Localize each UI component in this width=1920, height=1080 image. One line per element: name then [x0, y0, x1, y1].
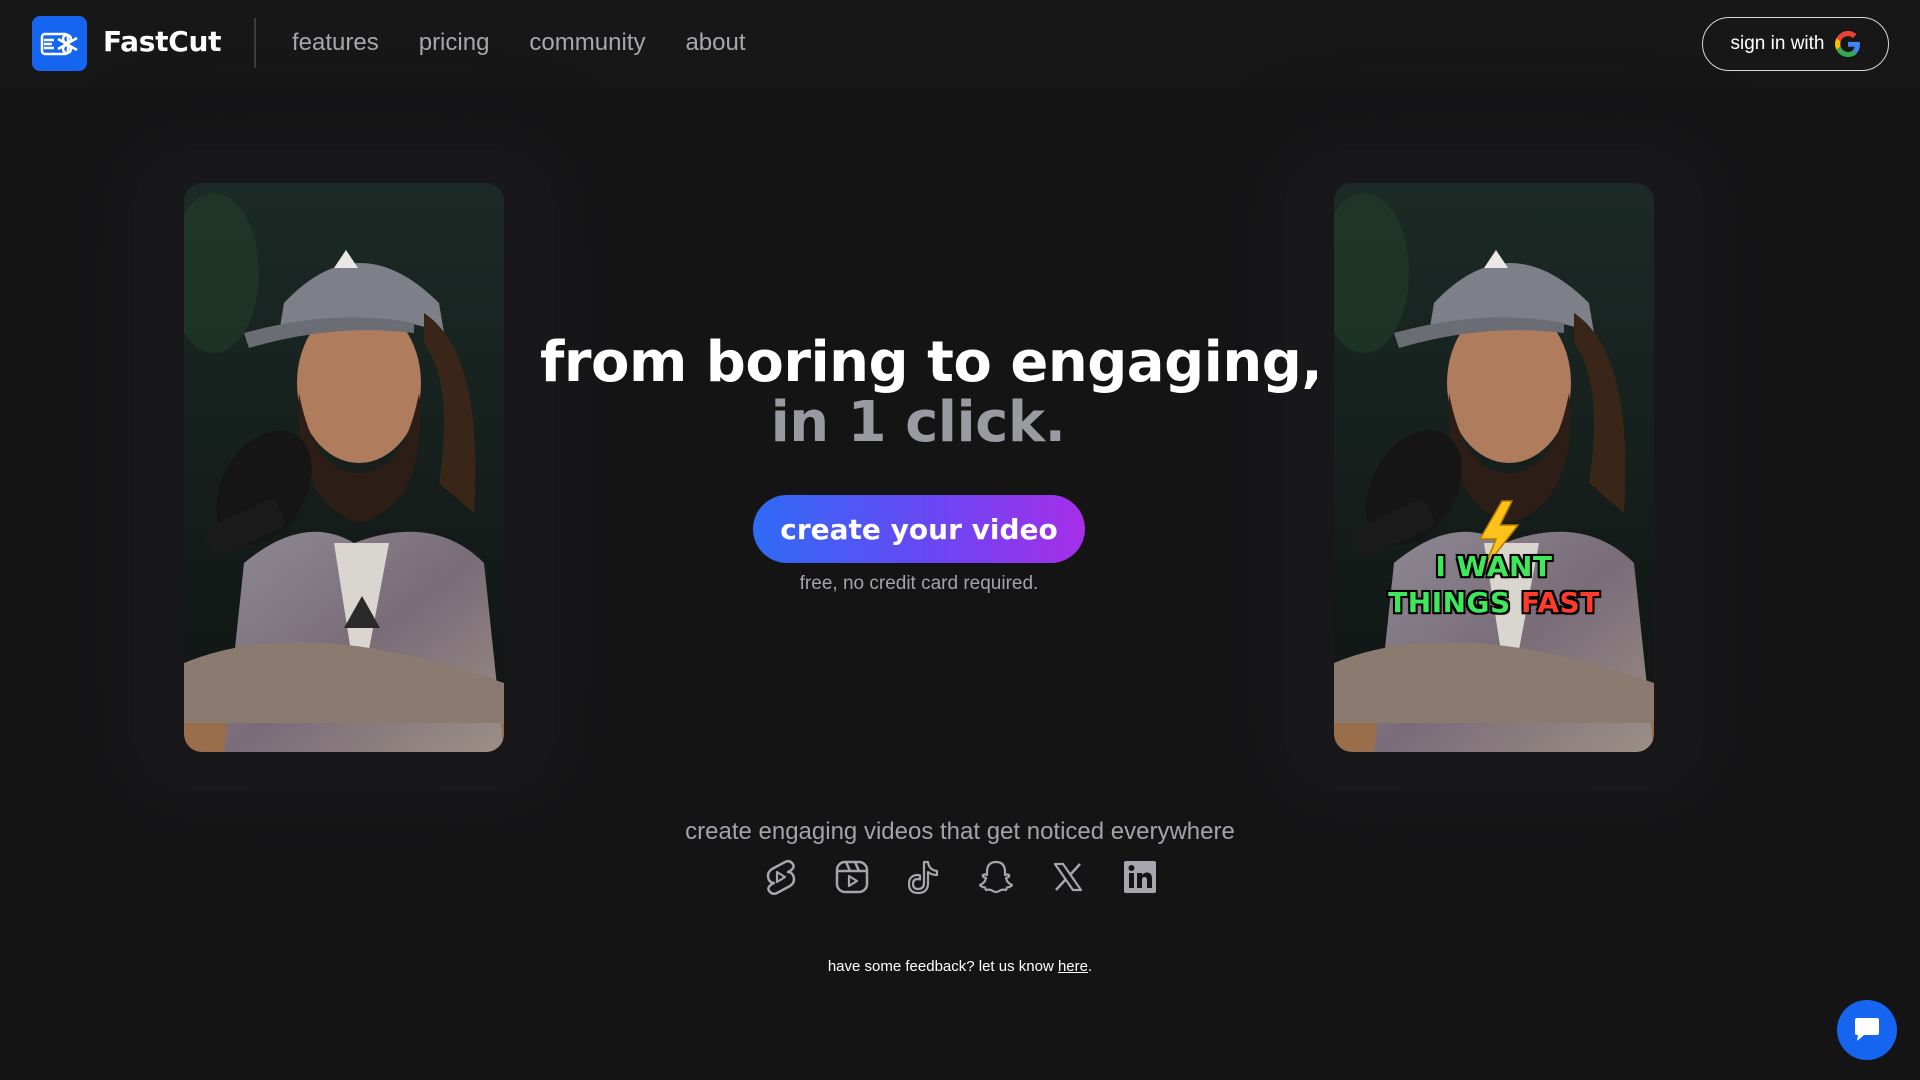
scissors-icon — [40, 32, 78, 55]
sign-in-google-button[interactable]: sign in with — [1702, 17, 1889, 71]
nav-features[interactable]: features — [292, 29, 379, 57]
nav-about[interactable]: about — [685, 29, 745, 57]
main-nav: features pricing community about — [292, 29, 746, 57]
platforms-text: create engaging videos that get noticed … — [685, 818, 1235, 845]
chat-icon — [1855, 1018, 1879, 1041]
video-thumbnail — [184, 183, 504, 752]
header-divider — [254, 18, 256, 68]
youtube-shorts-icon[interactable] — [760, 857, 800, 897]
linkedin-icon[interactable] — [1120, 857, 1160, 897]
landing-page: FastCut features pricing community about… — [0, 0, 1920, 1080]
google-icon — [1834, 31, 1860, 57]
video-before[interactable] — [184, 183, 504, 752]
hero-subheadline: in 1 click. — [770, 390, 1066, 455]
feedback-text: have some feedback? let us know here. — [827, 958, 1093, 975]
video-thumbnail-edited — [1334, 183, 1654, 752]
caption-line2: THINGS FAST — [1388, 586, 1600, 619]
x-icon[interactable] — [1048, 857, 1088, 897]
nav-community[interactable]: community — [529, 29, 645, 57]
hero-headline: from boring to engaging, — [540, 330, 1323, 395]
nav-pricing[interactable]: pricing — [419, 29, 490, 57]
header: FastCut features pricing community about… — [0, 0, 1920, 88]
instagram-reels-icon[interactable] — [832, 857, 872, 897]
sign-in-label: sign in with — [1730, 33, 1825, 54]
feedback-link[interactable]: here — [1058, 958, 1088, 975]
chat-widget-button[interactable] — [1837, 1000, 1897, 1060]
tiktok-icon[interactable] — [904, 857, 944, 897]
create-video-button[interactable]: create your video — [753, 495, 1085, 563]
cta-subtext: free, no credit card required. — [799, 573, 1039, 594]
video-after[interactable]: I WANT THINGS FAST — [1334, 183, 1654, 752]
logo[interactable] — [32, 16, 87, 71]
snapchat-icon[interactable] — [976, 857, 1016, 897]
caption-line1: I WANT — [1435, 550, 1553, 583]
brand-name[interactable]: FastCut — [103, 25, 222, 58]
platform-icons — [760, 857, 1160, 897]
